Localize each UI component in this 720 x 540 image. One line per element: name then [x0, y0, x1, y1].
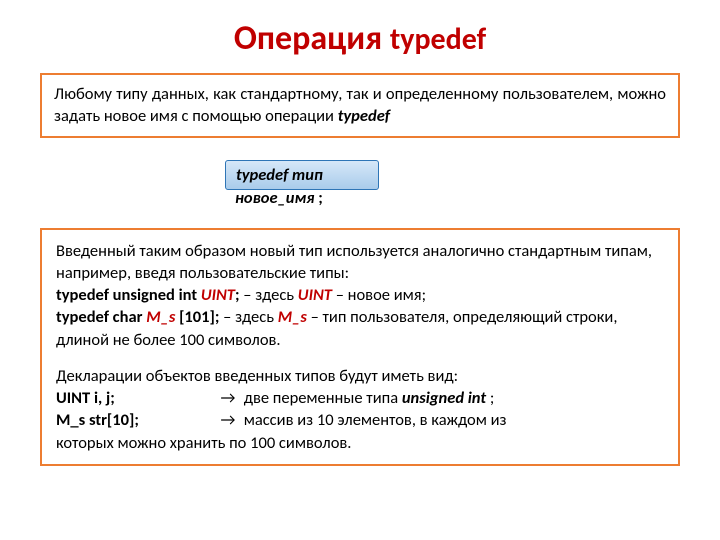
details-box: Введенный таким образом новый тип исполь… [40, 228, 680, 466]
syntax-name: новое_имя [235, 188, 315, 208]
arrow-icon: → [216, 387, 240, 409]
decl-ms-line2: которых можно хранить по 100 символов. [56, 432, 664, 454]
page-title: Операция typedef [40, 18, 680, 59]
typedef-uint-line: typedef unsigned int UINT; – здесь UINT … [56, 284, 664, 306]
declarations-intro: Декларации объектов введенных типов буду… [56, 365, 664, 387]
syntax-name-line: новое_имя ; [235, 188, 680, 208]
decl-uint-line: UINT i, j;→ две переменные типа unsigned… [56, 387, 664, 409]
title-code: typedef [390, 21, 486, 58]
syntax-badge: typedef тип [225, 160, 379, 190]
details-intro: Введенный таким образом новый тип исполь… [56, 240, 664, 285]
arrow-icon: → [216, 409, 240, 431]
syntax-type: тип [288, 165, 323, 185]
typedef-ms-line: typedef char M_s [101]; – здесь M_s – ти… [56, 306, 664, 351]
syntax-semi: ; [315, 188, 323, 208]
slide: Операция typedef Любому типу данных, как… [0, 0, 720, 508]
decl-ms-line: M_s str[10];→ массив из 10 элементов, в … [56, 409, 664, 431]
intro-keyword: typedef [338, 106, 390, 126]
syntax-keyword: typedef [236, 165, 288, 185]
intro-box: Любому типу данных, как стандартному, та… [40, 73, 680, 138]
title-text: Операция [234, 18, 390, 59]
syntax-block: typedef тип новое_имя ; [225, 160, 680, 208]
